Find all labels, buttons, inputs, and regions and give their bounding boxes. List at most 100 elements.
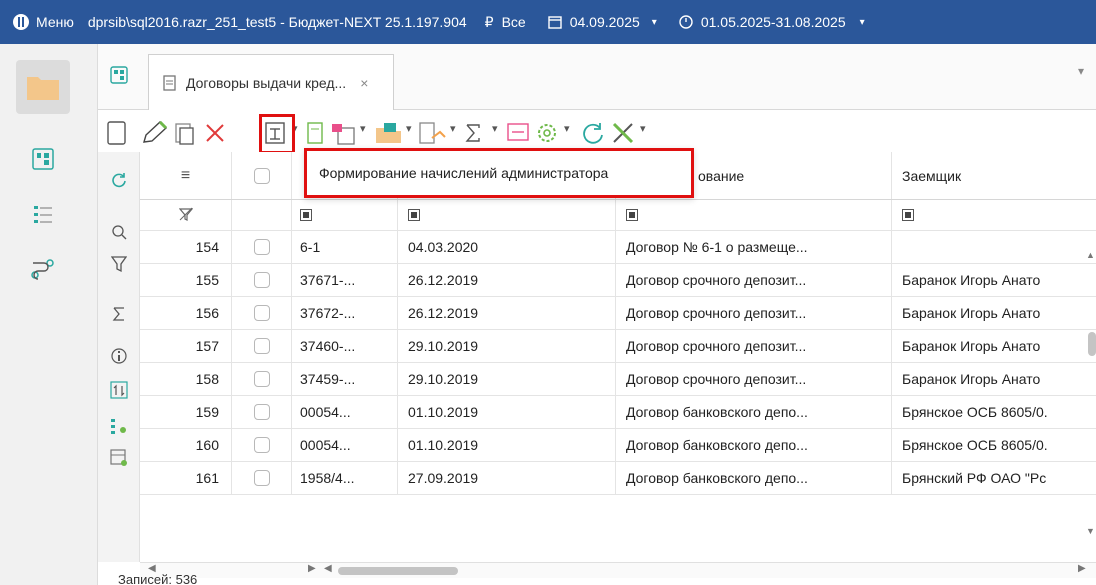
row-select-cell[interactable] [232,330,292,362]
filter-cell[interactable] [398,200,616,230]
sidebar-item-tree[interactable] [16,188,70,242]
contract-date-cell[interactable]: 29.10.2019 [398,363,616,395]
copy-icon[interactable] [174,118,196,148]
row-checkbox[interactable] [253,338,270,354]
select-all-cell[interactable] [232,152,292,199]
borrower-cell[interactable]: Баранок Игорь Анато [892,363,1096,395]
table-row[interactable]: 157 37460-... 29.10.2019 Договор срочного д… [140,330,1096,363]
tree-settings-icon[interactable] [107,414,131,438]
contract-name-cell[interactable]: Договор срочного депозит... [616,297,892,329]
filter-clear-cell[interactable] [140,200,232,230]
sidebar-item-layout[interactable] [16,132,70,186]
row-checkbox[interactable] [253,371,270,387]
borrower-cell[interactable]: Брянское ОСБ 8605/0. [892,429,1096,461]
contract-date-cell[interactable]: 27.09.2019 [398,462,616,494]
filter-clear-icon[interactable] [178,207,193,224]
row-checkbox[interactable] [253,437,270,453]
borrower-cell[interactable]: Баранок Игорь Анато [892,330,1096,362]
borrower-cell[interactable]: Брянский РФ ОАО "Рс [892,462,1096,494]
contract-date-cell[interactable]: 01.10.2019 [398,429,616,461]
sort-icon[interactable] [107,378,131,402]
filter-cell[interactable] [892,200,1096,230]
contract-number-cell[interactable]: 37460-... [292,330,398,362]
chevron-down-icon[interactable]: ▾ [292,122,298,135]
import-icon[interactable] [330,118,358,148]
filter-icon[interactable] [107,252,131,276]
contract-number-cell[interactable]: 00054... [292,396,398,428]
contract-number-cell[interactable]: 00054... [292,429,398,461]
column-borrower-header[interactable]: Заемщик [892,152,1096,199]
contract-number-cell[interactable]: 6-1 [292,231,398,263]
date-selector[interactable]: 04.09.2025 ▾ [548,0,657,44]
contract-date-cell[interactable]: 26.12.2019 [398,264,616,296]
contract-name-cell[interactable]: Договор банковского депо... [616,396,892,428]
contract-date-cell[interactable]: 29.10.2019 [398,330,616,362]
scroll-thumb[interactable] [1088,332,1096,356]
sidebar-item-folders[interactable] [16,60,70,114]
period-selector[interactable]: 01.05.2025-31.08.2025 ▾ [679,0,865,44]
sidebar-item-route[interactable] [16,242,70,296]
sum-icon[interactable] [107,302,131,326]
filter-cell[interactable] [616,200,892,230]
search-icon[interactable] [107,220,131,244]
chevron-down-icon[interactable]: ▾ [492,122,498,135]
chevron-down-icon[interactable]: ▾ [450,122,456,135]
contract-name-cell[interactable]: Договор № 6-1 о размеще... [616,231,892,263]
contract-number-cell[interactable]: 37671-... [292,264,398,296]
filter-box-icon[interactable] [626,209,638,221]
scroll-right-icon[interactable]: ▶ [1078,563,1086,574]
table-row[interactable]: 160 00054... 01.10.2019 Договор банковского… [140,429,1096,462]
tab-overflow-icon[interactable]: ▾ [1078,64,1084,78]
scroll-down-icon[interactable]: ▼ [1086,526,1095,536]
contract-name-cell[interactable]: Договор срочного депозит... [616,264,892,296]
table-row[interactable]: 156 37672-... 26.12.2019 Договор срочного д… [140,297,1096,330]
scroll-right-icon[interactable]: ▶ [308,563,316,574]
chevron-down-icon[interactable]: ▾ [564,122,570,135]
tools-icon[interactable] [610,118,638,148]
filter-box-icon[interactable] [902,209,914,221]
edit-pencil-icon[interactable] [140,118,168,148]
row-checkbox[interactable] [253,272,270,288]
sum-icon[interactable] [462,118,484,148]
contract-number-cell[interactable]: 1958/4... [292,462,398,494]
folder-export-icon[interactable] [374,118,404,148]
menu-button[interactable]: Меню [12,0,74,44]
table-row[interactable]: 158 37459-... 29.10.2019 Договор срочного д… [140,363,1096,396]
hamburger-icon[interactable]: ≡ [181,167,190,185]
select-all-checkbox[interactable] [253,167,270,184]
row-select-cell[interactable] [232,297,292,329]
row-select-cell[interactable] [232,462,292,494]
filter-box-icon[interactable] [300,209,312,221]
contract-date-cell[interactable]: 26.12.2019 [398,297,616,329]
row-checkbox[interactable] [253,239,270,255]
info-icon[interactable] [107,344,131,368]
chevron-down-icon[interactable]: ▾ [360,122,366,135]
borrower-cell[interactable] [892,231,1096,263]
document-chain-icon[interactable] [418,118,448,148]
table-row[interactable]: 159 00054... 01.10.2019 Договор банковского… [140,396,1096,429]
close-icon[interactable]: × [360,75,368,91]
filter-cell[interactable] [292,200,398,230]
row-checkbox[interactable] [253,470,270,486]
chevron-down-icon[interactable]: ▾ [406,122,412,135]
filter-box-icon[interactable] [408,209,420,221]
row-select-cell[interactable] [232,429,292,461]
row-checkbox[interactable] [253,404,270,420]
table-settings-icon[interactable] [107,446,131,470]
borrower-cell[interactable]: Баранок Игорь Анато [892,264,1096,296]
row-select-cell[interactable] [232,363,292,395]
column-menu-cell[interactable]: ≡ [140,152,232,199]
horizontal-scrollbar[interactable]: ◀ ▶ ◀ ▶ [140,562,1096,578]
contract-name-cell[interactable]: Договор банковского депо... [616,429,892,461]
refresh-icon[interactable] [107,168,131,192]
row-select-cell[interactable] [232,264,292,296]
settings-gear-icon[interactable] [534,118,560,148]
new-record-icon[interactable] [106,118,128,148]
delete-icon[interactable] [204,118,226,148]
contract-name-cell[interactable]: Договор срочного депозит... [616,363,892,395]
contract-date-cell[interactable]: 01.10.2019 [398,396,616,428]
row-select-cell[interactable] [232,231,292,263]
chevron-down-icon[interactable]: ▾ [640,122,646,135]
borrower-cell[interactable]: Баранок Игорь Анато [892,297,1096,329]
row-checkbox[interactable] [253,305,270,321]
